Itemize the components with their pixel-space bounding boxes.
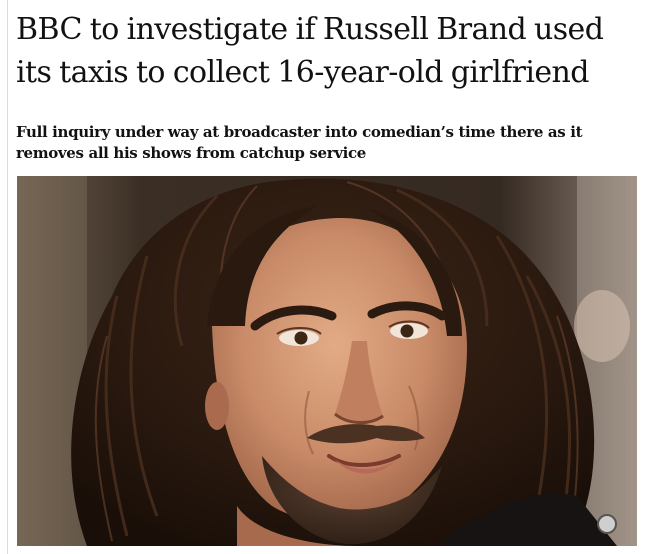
article-standfirst: Full inquiry under way at broadcaster in… [16,123,583,162]
article-photo [17,176,637,546]
left-divider [7,0,8,554]
portrait-illustration [17,176,637,546]
article-headline: BBC to investigate if Russell Brand used… [16,12,604,90]
article-page: BBC to investigate if Russell Brand used… [0,0,645,554]
